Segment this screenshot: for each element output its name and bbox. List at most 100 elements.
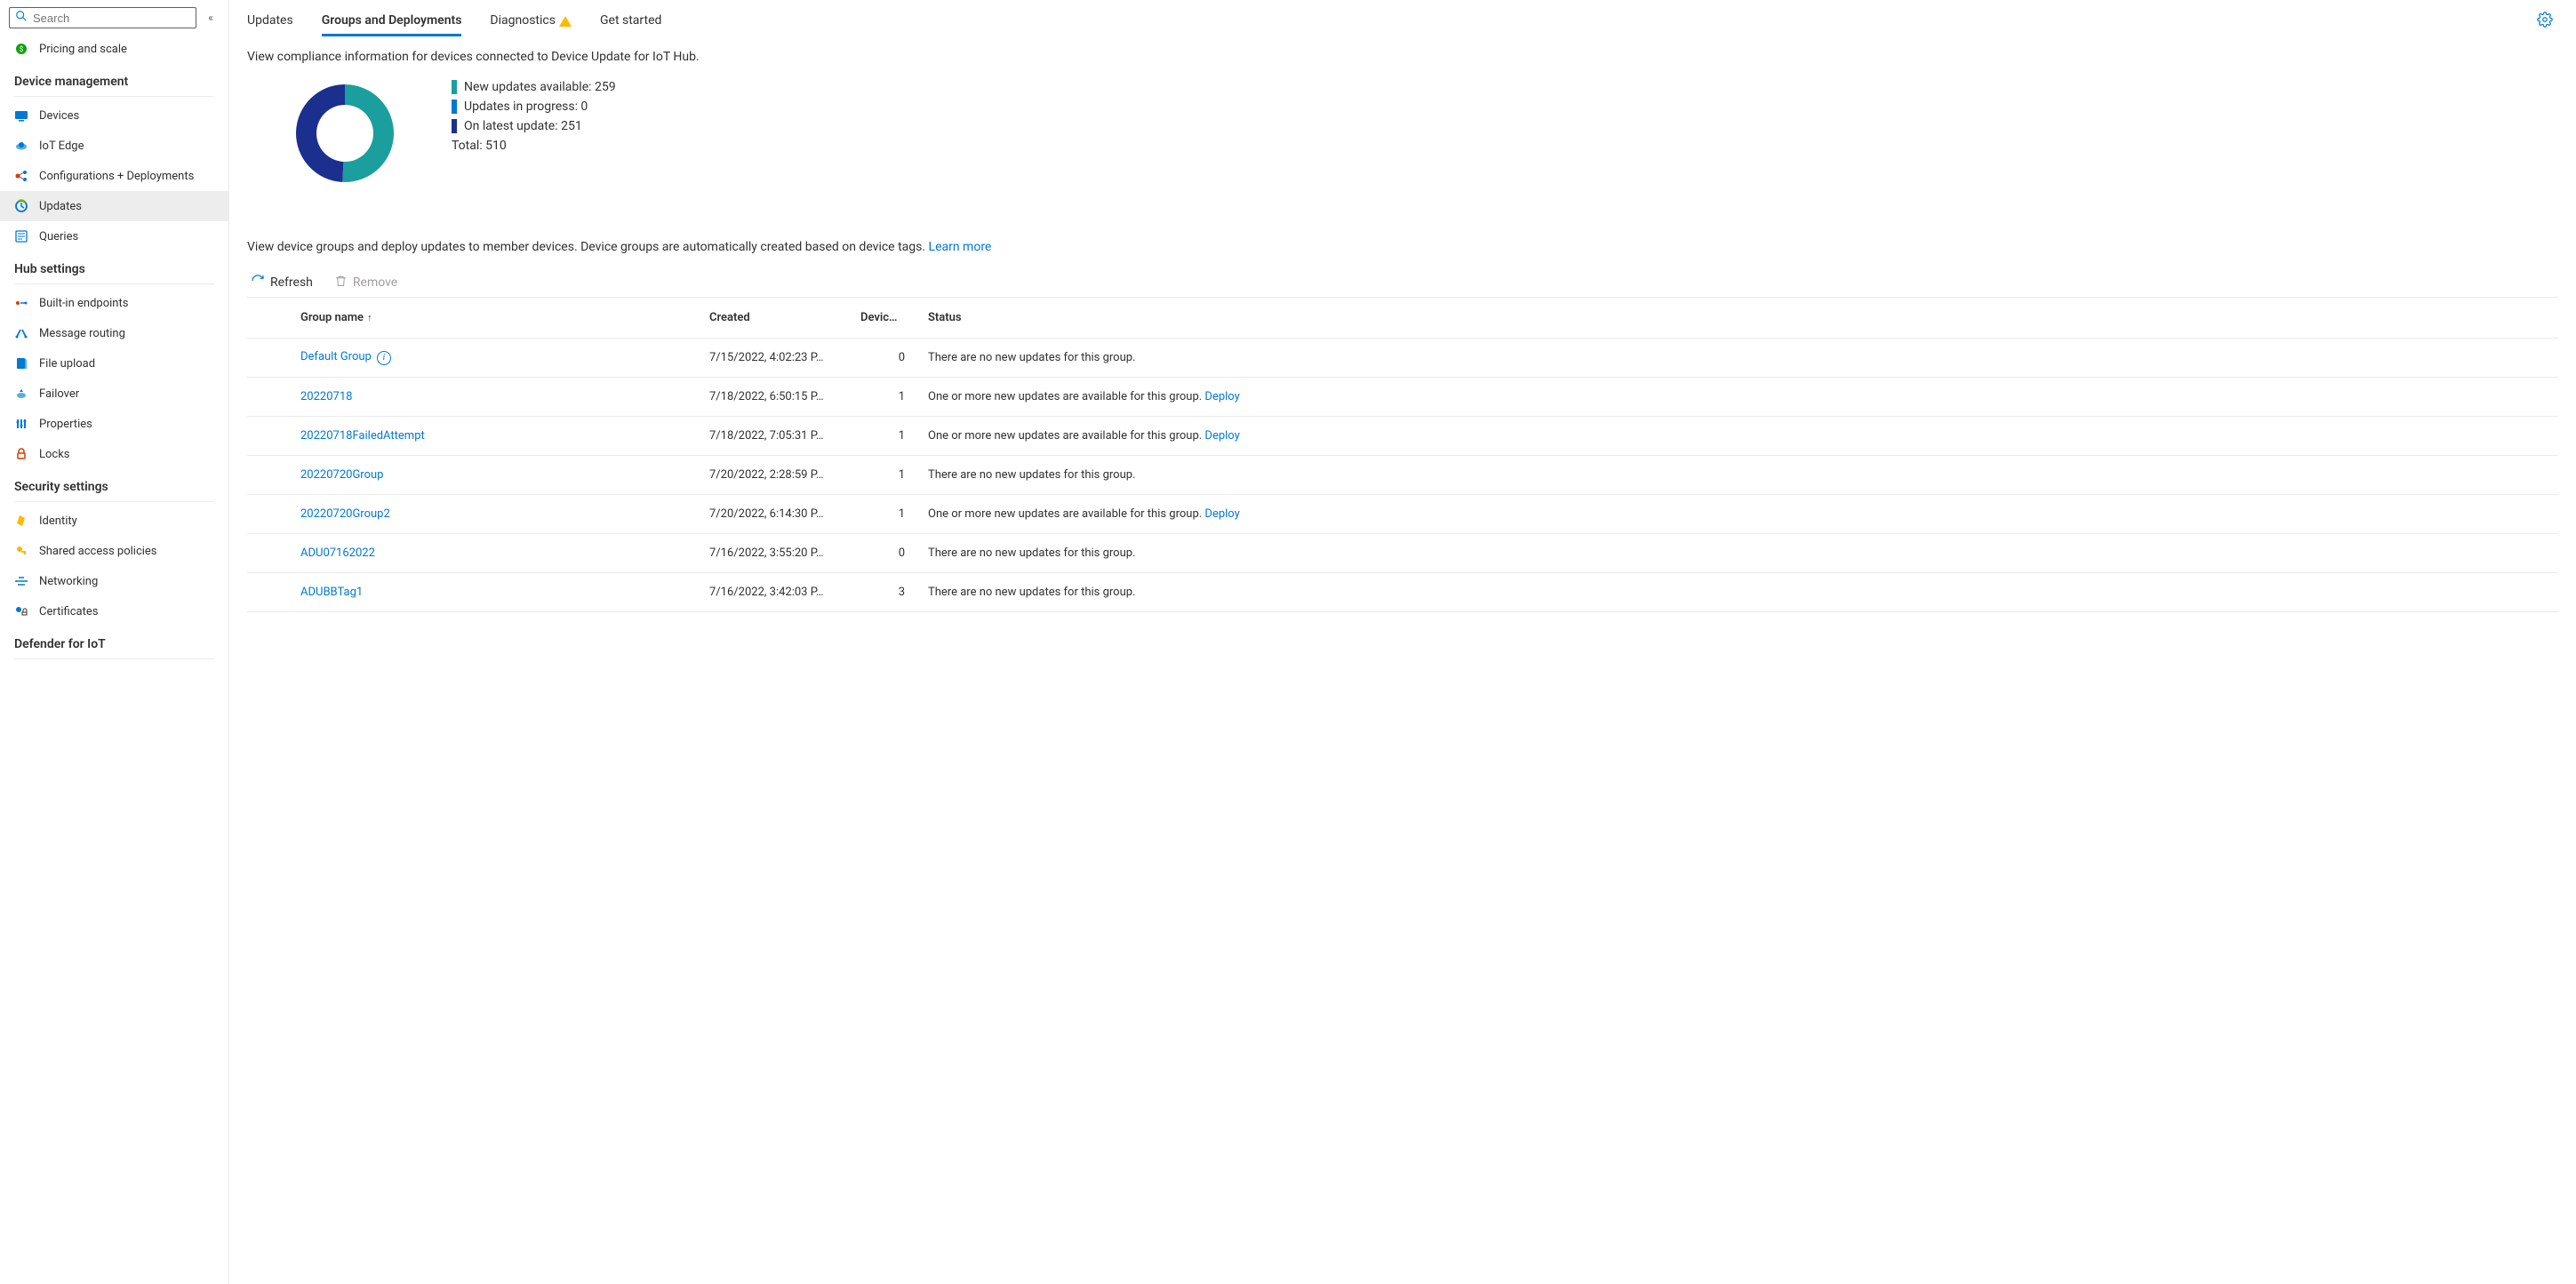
updates-icon: [14, 199, 28, 213]
cell-status: One or more new updates are available fo…: [914, 507, 2558, 521]
col-header-created[interactable]: Created: [709, 311, 860, 324]
table-row: Default Groupi7/15/2022, 4:02:23 P…0Ther…: [247, 339, 2558, 378]
certificates-icon: [14, 604, 28, 618]
cell-created: 7/20/2022, 2:28:59 P…: [709, 468, 860, 482]
sidebar-item-shared-access-policies[interactable]: Shared access policies: [0, 536, 228, 566]
sidebar-item-pricing-and-scale[interactable]: $ Pricing and scale: [0, 34, 228, 64]
deploy-link[interactable]: Deploy: [1204, 429, 1239, 443]
sidebar-item-devices[interactable]: Devices: [0, 100, 228, 131]
sidebar-item-label: Shared access policies: [39, 545, 157, 558]
cell-devices: 0: [860, 546, 914, 560]
sidebar-item-identity[interactable]: Identity: [0, 506, 228, 536]
table-row: 20220718FailedAttempt 7/18/2022, 7:05:31 …: [247, 417, 2558, 456]
tab-get-started[interactable]: Get started: [600, 6, 661, 36]
sidebar-section-header: Defender for IoT: [0, 626, 228, 657]
sidebar-item-locks[interactable]: Locks: [0, 439, 228, 469]
legend-row: New updates available: 259: [452, 80, 616, 94]
endpoints-icon: [14, 296, 28, 310]
trash-icon: [334, 275, 348, 291]
deploy-link[interactable]: Deploy: [1204, 507, 1239, 521]
sidebar-item-queries[interactable]: Queries: [0, 221, 228, 251]
legend-swatch: [452, 100, 457, 114]
learn-more-link[interactable]: Learn more: [929, 240, 992, 254]
file-upload-icon: [14, 356, 28, 371]
group-name-link[interactable]: 20220720Group2: [300, 507, 390, 521]
sidebar-item-label: IoT Edge: [39, 140, 84, 153]
groups-description: View device groups and deploy updates to…: [247, 240, 2558, 254]
config-icon: [14, 169, 28, 183]
locks-icon: [14, 447, 28, 461]
sidebar-item-label: Pricing and scale: [39, 43, 127, 56]
group-name-link[interactable]: 20220718: [300, 390, 352, 403]
sidebar-item-file-upload[interactable]: File upload: [0, 348, 228, 379]
group-name-link[interactable]: ADUBBTag1: [300, 586, 363, 599]
sidebar-item-label: Devices: [39, 109, 79, 123]
pricing-icon: $: [14, 42, 28, 56]
tab-label: Get started: [600, 13, 661, 28]
main-content: Updates Groups and Deployments Diagnostics…: [229, 0, 2576, 1284]
refresh-button[interactable]: Refresh: [251, 274, 313, 291]
legend-row: Updates in progress: 0: [452, 100, 616, 114]
sidebar-section-header: Device management: [0, 64, 228, 94]
warning-icon: [559, 16, 572, 27]
sidebar-item-message-routing[interactable]: Message routing: [0, 318, 228, 348]
tab-groups-and-deployments[interactable]: Groups and Deployments: [322, 6, 462, 36]
cell-status: There are no new updates for this group.: [914, 546, 2558, 560]
sidebar-item-properties[interactable]: Properties: [0, 409, 228, 439]
sidebar-item-built-in-endpoints[interactable]: Built-in endpoints: [0, 288, 228, 318]
svg-text:$: $: [20, 45, 24, 53]
col-header-status[interactable]: Status: [914, 311, 2558, 324]
info-icon[interactable]: i: [377, 351, 391, 365]
sidebar-item-label: Locks: [39, 448, 70, 461]
compliance-legend: New updates available: 259 Updates in pro…: [452, 80, 616, 153]
sidebar-item-label: Networking: [39, 575, 98, 588]
cell-created: 7/16/2022, 3:42:03 P…: [709, 586, 860, 599]
col-header-group-name[interactable]: Group name↑: [300, 311, 709, 324]
cell-devices: 3: [860, 586, 914, 599]
cell-created: 7/18/2022, 7:05:31 P…: [709, 429, 860, 443]
cell-status: One or more new updates are available fo…: [914, 429, 2558, 443]
sidebar-item-label: Certificates: [39, 605, 98, 618]
table-row: 20220720Group 7/20/2022, 2:28:59 P…1There…: [247, 456, 2558, 495]
sidebar-item-label: Message routing: [39, 327, 125, 340]
group-name-link[interactable]: 20220720Group: [300, 468, 383, 482]
table-row: 20220720Group27/20/2022, 6:14:30 P…1One …: [247, 495, 2558, 534]
sidebar-item-updates[interactable]: Updates: [0, 191, 228, 221]
sidebar-item-networking[interactable]: Networking: [0, 566, 228, 596]
routing-icon: [14, 326, 28, 340]
group-name-link[interactable]: 20220718FailedAttempt: [300, 429, 425, 443]
table-row: 202207187/18/2022, 6:50:15 P…1One or mor…: [247, 378, 2558, 417]
cell-status: There are no new updates for this group.: [914, 468, 2558, 482]
sidebar-item-label: Properties: [39, 418, 92, 431]
tab-updates[interactable]: Updates: [247, 6, 293, 36]
legend-text: New updates available: 259: [464, 80, 616, 94]
table-row: ADU071620227/16/2022, 3:55:20 P…0There a…: [247, 534, 2558, 573]
sidebar-section-header: Hub settings: [0, 251, 228, 282]
tab-diagnostics[interactable]: Diagnostics: [490, 6, 572, 36]
legend-total-text: Total: 510: [452, 139, 507, 153]
deploy-link[interactable]: Deploy: [1204, 390, 1239, 403]
legend-text: On latest update: 251: [464, 119, 582, 133]
sidebar-item-certificates[interactable]: Certificates: [0, 596, 228, 626]
sidebar-item-label: Failover: [39, 387, 79, 401]
cell-devices: 1: [860, 468, 914, 482]
sidebar-item-configurations-deployments[interactable]: Configurations + Deployments: [0, 161, 228, 191]
donut-slice: [296, 84, 345, 182]
group-name-link[interactable]: Default Group: [300, 350, 372, 363]
search-input[interactable]: [33, 12, 190, 25]
sidebar-item-iot-edge[interactable]: IoT Edge: [0, 131, 228, 161]
settings-gear-icon[interactable]: [2537, 12, 2558, 31]
cell-devices: 0: [860, 351, 914, 364]
tab-label: Groups and Deployments: [322, 13, 462, 28]
remove-button: Remove: [334, 275, 397, 291]
donut-slice: [342, 84, 394, 182]
compliance-description: View compliance information for devices …: [247, 50, 2558, 64]
group-name-link[interactable]: ADU07162022: [300, 546, 375, 560]
cell-created: 7/18/2022, 6:50:15 P…: [709, 390, 860, 403]
col-header-devices[interactable]: Devic…: [860, 311, 914, 324]
table-header: Group name↑ Created Devic… Status: [247, 298, 2558, 339]
search-input-wrap[interactable]: [9, 7, 196, 28]
collapse-sidebar-button[interactable]: «: [202, 12, 220, 24]
sidebar-item-failover[interactable]: Failover: [0, 379, 228, 409]
sidebar-item-label: Updates: [39, 200, 82, 213]
